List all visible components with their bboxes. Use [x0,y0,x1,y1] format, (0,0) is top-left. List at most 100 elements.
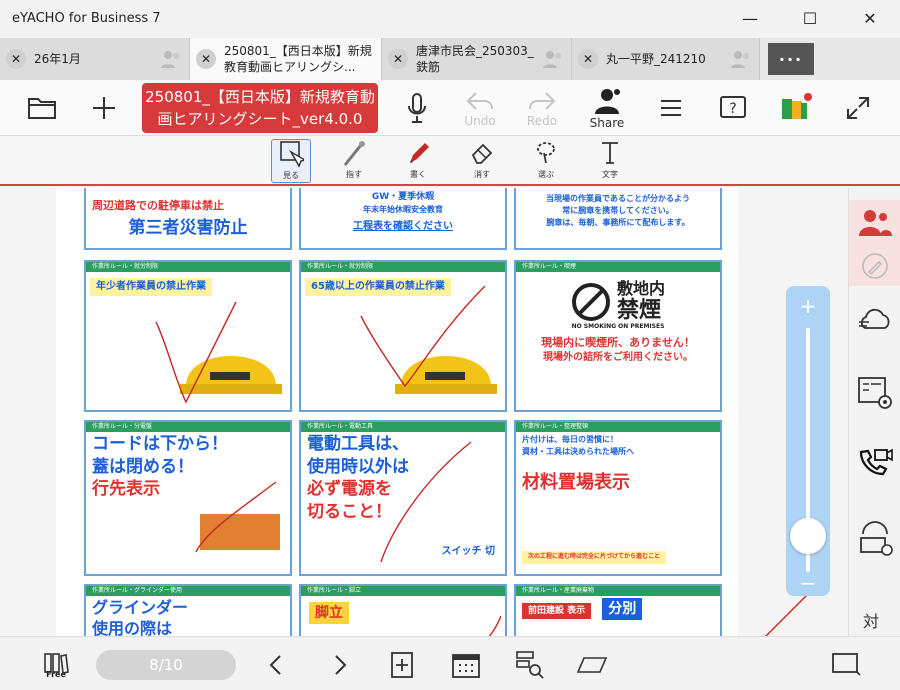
document-canvas[interactable]: 周辺道路での駐停車は禁止 第三者災害防止 GW・夏季休暇 年末年始休暇安全教育 … [0,188,848,636]
previous-page-button[interactable] [260,649,292,681]
parallelogram-icon [576,657,608,673]
redo-button[interactable]: Redo [520,86,564,132]
slide-thumbnail[interactable]: 周辺道路での駐停車は禁止 第三者災害防止 [84,188,292,250]
checkmark-annotation [155,301,237,404]
share-button[interactable]: Share [584,84,630,132]
next-page-button[interactable] [324,649,356,681]
tab-active-document[interactable]: ✕ 250801_【西日本版】新規教育動画ヒアリングシ... [190,38,382,80]
slide-text: 材料置場表示 [522,472,630,494]
zoom-thumb[interactable] [790,518,826,554]
page-indicator[interactable]: 8/10 [96,650,236,680]
settings-panel-icon[interactable] [855,372,895,412]
document-page[interactable]: 周辺道路での駐停車は禁止 第三者災害防止 GW・夏季休暇 年末年始休暇安全教育 … [56,188,738,636]
expand-arrows-icon [847,97,869,119]
lasso-icon [537,142,555,164]
slide-text: 次の工程に進む時は完全に片づけてから進むこと [522,551,667,564]
pointer-stick-icon [343,141,365,166]
support-toolbox-icon[interactable] [855,518,895,558]
close-tab-icon[interactable]: ✕ [578,49,598,69]
slide-text: 片付けは、毎日の習慣に！ [522,435,618,444]
tool-view[interactable]: 見る [271,139,311,183]
help-button[interactable]: ? [716,90,750,126]
share-users-icon [595,88,620,114]
slide-header: 作業所ルール・喫煙 [516,262,720,272]
right-sidebar: 対 [848,188,900,636]
menu-button[interactable] [654,90,688,126]
expand-button[interactable] [842,92,874,124]
plus-icon [93,97,115,119]
more-tabs-button[interactable]: ··· [768,43,814,75]
open-folder-button[interactable] [24,90,60,126]
slide-thumbnail[interactable]: 作業所ルール・分電盤 コードは下から！ 蓋は閉める！ 行先表示 [84,420,292,576]
slide-text: 前田建設 表示 [522,603,592,620]
side-extra-label[interactable]: 対 [863,608,879,632]
slide-thumbnail[interactable]: 作業所ルール・就労制限 年少者作業員の禁止作業 [84,260,292,412]
slide-text: 敷地内 [616,279,665,298]
slide-thumbnail[interactable]: 作業所ルール・整理整頓 片付けは、毎日の習慣に！ 資材・工具は決められた場所へ … [514,420,722,576]
voice-input-button[interactable] [402,88,432,128]
slide-text: 周辺道路での駐停車は禁止 [92,199,224,212]
close-tab-icon[interactable]: ✕ [6,49,26,69]
calendar-button[interactable] [450,649,482,681]
slide-thumbnail[interactable]: 作業所ルール・電動工具 電動工具は、 使用時以外は 必ず電源を 切ること！ スイ… [299,420,507,576]
slide-thumbnail[interactable]: GW・夏季休暇 年末年始休暇安全教育 工程表を確認ください [299,188,507,250]
slide-thumbnail[interactable]: 当現場の作業員であることが分かるよう 常に腕章を携帯してください。 腕章は、毎朝… [514,188,722,250]
tab-label: 唐津市民会_250303_鉄筋 [416,44,534,74]
document-title[interactable]: 250801_【西日本版】新規教育動画ヒアリングシート_ver4.0.0 [142,83,378,133]
library-free-button[interactable]: Free [40,649,72,681]
slide-thumbnail[interactable]: 作業所ルール・喫煙 敷地内 禁煙 NO SMOKING ON PREMISES … [514,260,722,412]
cloud-sync-icon[interactable] [855,300,895,340]
free-label: Free [46,669,66,679]
tool-text[interactable]: 文字 [590,139,630,183]
slide-text: 工程表を確認ください [353,220,453,232]
undo-button[interactable]: Undo [458,86,502,132]
add-page-button[interactable] [386,649,418,681]
tab-karatsu[interactable]: ✕ 唐津市民会_250303_鉄筋 [382,38,572,80]
undo-label: Undo [464,113,496,128]
slide-text: 分別 [602,598,643,621]
undo-icon [466,91,493,110]
tool-point[interactable]: 指す [334,139,374,183]
zoom-in-icon[interactable]: + [786,294,830,318]
app-title: eYACHO for Business 7 [12,10,161,26]
tab-26nen1gatsu[interactable]: ✕ 26年1月 [0,38,190,80]
close-window-button[interactable]: ✕ [840,0,900,36]
view-mode-button[interactable] [576,649,608,681]
maximize-button[interactable]: ☐ [780,0,840,36]
add-button[interactable] [86,90,122,126]
tool-select[interactable]: 選ぶ [526,139,566,183]
tool-label: 指す [346,170,362,179]
tool-erase[interactable]: 消す [462,139,502,183]
slide-thumbnail[interactable]: 作業所ルール・就労制限 65歳以上の作業員の禁止作業 [299,260,507,412]
close-tab-icon[interactable]: ✕ [388,49,408,69]
checkmark-annotation [195,481,277,553]
view-cursor-icon [280,141,304,168]
slide-text: 使用の際は [92,619,173,636]
app-logo[interactable] [776,88,816,128]
edit-disabled-icon [862,253,888,279]
no-smoking-icon [571,282,610,321]
chevron-right-icon [335,655,347,675]
folder-icon [28,98,56,119]
slide-thumbnail[interactable]: 作業所ルール・産業廃棄物 前田建設 表示 分別 [514,584,722,636]
slide-text: NO SMOKING ON PREMISES [571,322,665,330]
checkmark-annotation [380,441,472,563]
slide-header: 作業所ルール・就労制限 [86,262,290,272]
tool-write[interactable]: 書く [398,139,438,183]
members-panel[interactable] [849,200,900,286]
zoom-slider[interactable]: + − [786,286,830,596]
shared-users-icon [543,51,561,68]
microphone-icon [408,93,426,123]
slide-header: 作業所ルール・グラインダー使用 [86,586,290,596]
tab-maruichi[interactable]: ✕ 丸一平野_241210 [572,38,760,80]
main-toolbar: 250801_【西日本版】新規教育動画ヒアリングシート_ver4.0.0 Und… [0,80,900,136]
slide-text: 常に腕章を携帯してください。 [562,206,674,216]
minimize-button[interactable]: — [720,0,780,36]
fullscreen-button[interactable] [830,649,862,681]
slide-thumbnail[interactable]: 作業所ルール・グラインダー使用 グラインダー 使用の際は [84,584,292,636]
zoom-out-icon[interactable]: − [786,573,830,593]
video-call-icon[interactable] [855,442,895,482]
close-tab-icon[interactable]: ✕ [196,49,216,69]
search-pages-button[interactable] [514,649,546,681]
slide-thumbnail[interactable]: 作業所ルール・脚立 脚立 [299,584,507,636]
